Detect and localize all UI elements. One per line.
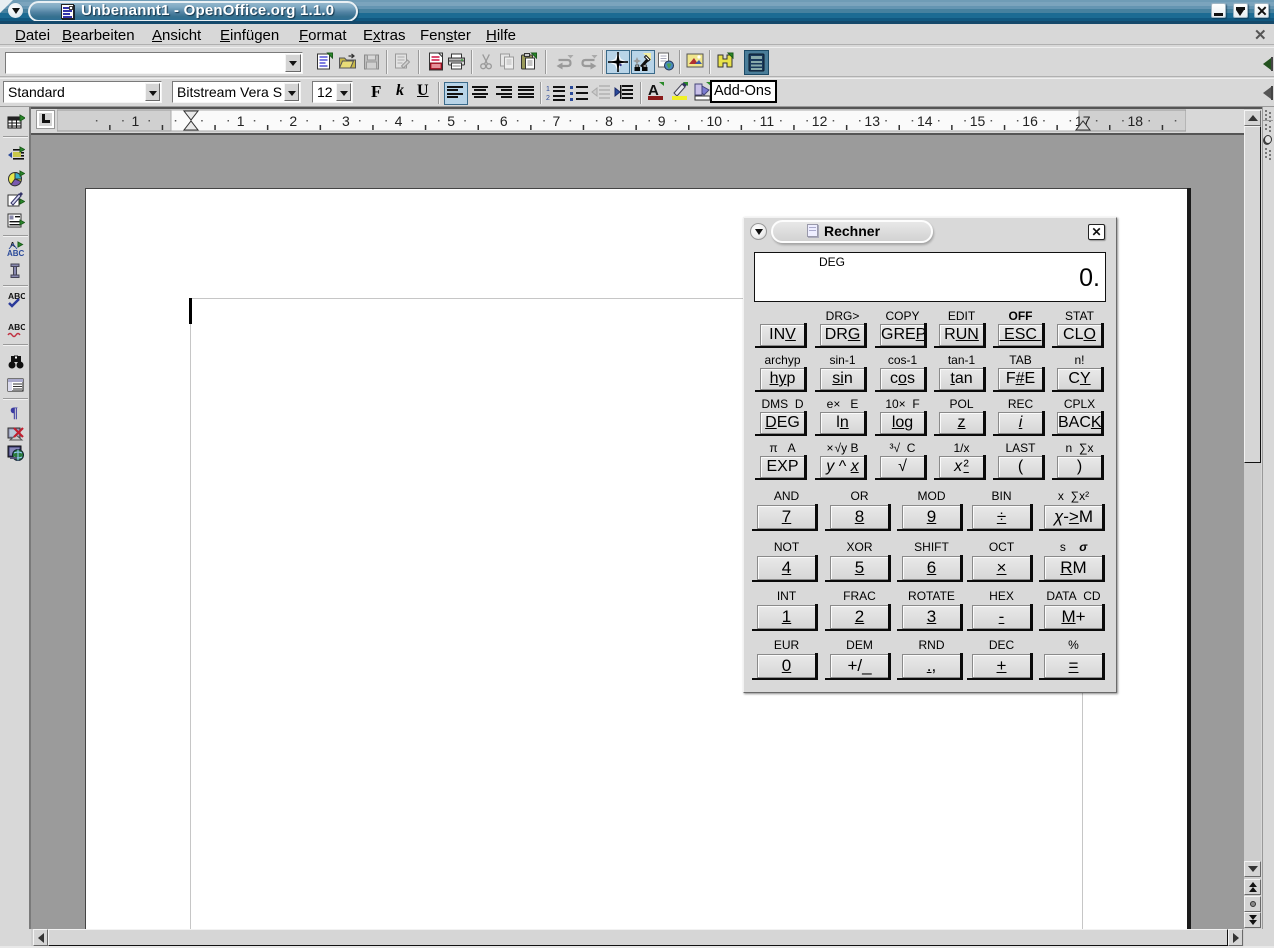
svg-text:11: 11: [760, 113, 775, 129]
svg-text:14: 14: [917, 113, 933, 129]
svg-text:8: 8: [605, 113, 613, 129]
svg-text:2: 2: [546, 95, 550, 102]
svg-text:18: 18: [1128, 113, 1144, 129]
svg-text:7: 7: [553, 113, 561, 129]
svg-text:ABC: ABC: [7, 249, 25, 258]
svg-text:2: 2: [289, 113, 297, 129]
svg-text:15: 15: [970, 113, 986, 129]
svg-text:6: 6: [500, 113, 508, 129]
svg-text:ABC: ABC: [8, 322, 25, 332]
svg-text:10: 10: [707, 113, 723, 129]
svg-text:4: 4: [395, 113, 403, 129]
svg-text:ABC: ABC: [8, 291, 25, 301]
svg-text:5: 5: [447, 113, 455, 129]
svg-text:¶: ¶: [10, 405, 18, 421]
svg-text:16: 16: [1022, 113, 1038, 129]
svg-text:12: 12: [812, 113, 828, 129]
svg-text:1: 1: [546, 86, 550, 93]
svg-text:3: 3: [342, 113, 350, 129]
svg-text:1: 1: [237, 113, 245, 129]
svg-text:9: 9: [658, 113, 666, 129]
svg-text:13: 13: [864, 113, 880, 129]
svg-text:1: 1: [132, 113, 140, 129]
